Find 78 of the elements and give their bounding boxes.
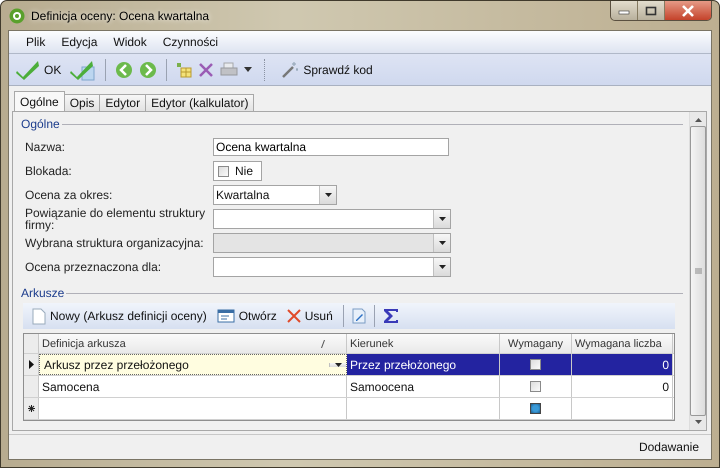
close-button[interactable] — [665, 1, 711, 20]
maximize-icon — [645, 6, 657, 16]
menu-item[interactable]: Plik — [19, 33, 52, 51]
checkbox-field[interactable]: Nie — [213, 161, 262, 181]
row-header[interactable] — [24, 398, 39, 419]
tools-icon[interactable] — [198, 62, 214, 78]
grid-icon[interactable] — [176, 62, 192, 78]
back-icon[interactable] — [115, 60, 134, 78]
new-button[interactable]: Nowy (Arkusz definicji oceny) — [29, 306, 210, 326]
table-row[interactable]: Arkusz przez przełożonego Przez przełożonego 0 — [24, 354, 674, 376]
app-icon — [9, 8, 25, 24]
dropdown-arrow-icon — [438, 241, 446, 245]
dropdown-field[interactable]: Kwartalna — [213, 185, 337, 205]
status-text: Dodawanie — [638, 440, 699, 454]
column-header[interactable]: Definicja arkusza — [42, 338, 126, 350]
table-cell: Przez przełożonego — [347, 354, 500, 375]
field-label: Powiązanie do elementu struktury firmy: — [25, 207, 206, 231]
checkbox[interactable] — [218, 166, 229, 176]
checkbox[interactable] — [530, 359, 541, 370]
table-row[interactable]: Samocena Samoocena 0 — [24, 376, 674, 398]
sort-icon — [321, 340, 325, 348]
dropdown-field[interactable]: Arkusz przez przełożonego — [39, 354, 347, 375]
check-code-button[interactable]: Sprawdź kod — [278, 58, 376, 80]
menu-item[interactable]: Edycja — [54, 33, 104, 51]
tab[interactable]: Edytor (kalkulator) — [145, 94, 254, 111]
menu-item[interactable]: Czynności — [156, 33, 226, 51]
tab[interactable]: Ogólne — [14, 91, 65, 111]
section-title: Arkusze — [21, 286, 64, 300]
dropdown-arrow-icon — [334, 362, 342, 366]
checkbox[interactable] — [530, 381, 541, 392]
tab[interactable]: Edytor — [99, 94, 146, 111]
scroll-down-icon[interactable] — [694, 420, 702, 424]
scroll-up-icon[interactable] — [694, 118, 702, 122]
tab[interactable]: Opis — [64, 94, 100, 111]
dropdown-arrow-icon[interactable] — [244, 67, 252, 72]
dropdown-arrow-icon — [438, 265, 446, 269]
edit-document-icon[interactable] — [350, 308, 367, 324]
text-field[interactable]: Ocena kwartalna — [213, 138, 449, 156]
field-label: Ocena przeznaczona dla: — [25, 261, 162, 273]
magic-wand-icon — [281, 60, 300, 78]
form-icon — [216, 308, 235, 324]
menu-item[interactable]: Widok — [106, 33, 154, 51]
column-header[interactable]: Wymagana liczba — [572, 334, 673, 353]
grip-icon — [694, 268, 702, 274]
dropdown-field[interactable] — [213, 209, 451, 229]
document-icon — [32, 308, 46, 324]
sum-icon[interactable] — [382, 307, 400, 325]
close-icon — [681, 4, 695, 16]
checkbox[interactable] — [530, 403, 541, 414]
current-row-icon — [28, 360, 34, 369]
minimize-button[interactable] — [611, 1, 638, 20]
field-label: Nazwa: — [25, 141, 66, 153]
forward-icon[interactable] — [139, 60, 158, 78]
checkbox-label: Nie — [235, 164, 254, 178]
open-button[interactable]: Otwórz — [214, 306, 280, 326]
delete-button[interactable]: Usuń — [284, 307, 336, 325]
save-check-icon[interactable] — [70, 58, 96, 80]
maximize-button[interactable] — [638, 1, 665, 20]
field-label: Ocena za okres: — [25, 189, 114, 201]
column-header[interactable]: Kierunek — [347, 334, 500, 353]
table-cell: 0 — [572, 354, 673, 375]
column-header[interactable]: Wymagany — [500, 334, 572, 353]
window-title: Definicja oceny: Ocena kwartalna — [31, 8, 210, 22]
delete-icon — [286, 309, 301, 323]
printer-icon[interactable] — [220, 62, 238, 78]
check-icon — [16, 58, 40, 80]
new-row-icon — [28, 405, 34, 412]
table-cell: 0 — [572, 376, 673, 397]
dropdown-arrow-icon — [438, 217, 446, 221]
dropdown-arrow-icon — [324, 193, 332, 197]
ok-button[interactable]: OK — [13, 56, 64, 82]
table-cell: Samoocena — [347, 376, 500, 397]
field-label: Blokada: — [25, 165, 73, 177]
section-title: Ogólne — [21, 117, 60, 131]
table-cell: Samocena — [39, 376, 347, 397]
dropdown-field[interactable] — [213, 257, 451, 277]
row-header[interactable] — [24, 354, 39, 375]
field-label: Wybrana struktura organizacyjna: — [25, 237, 205, 249]
